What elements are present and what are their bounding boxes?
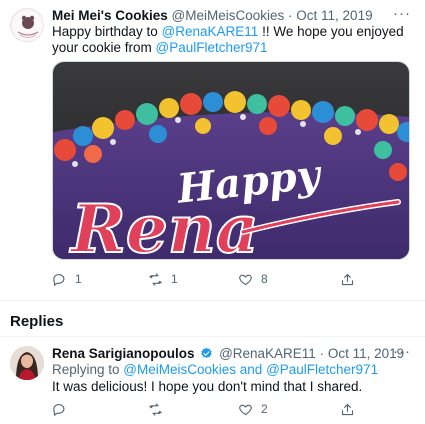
avatar[interactable] (10, 346, 44, 380)
display-name[interactable]: Rena Sarigianopoulos (52, 346, 195, 361)
like-button[interactable]: 2 (238, 400, 268, 418)
avatar[interactable] (10, 8, 44, 42)
retweet-icon (149, 402, 162, 416)
more-options-icon[interactable]: ··· (393, 343, 411, 360)
user-handle[interactable]: @RenaKARE11 (219, 346, 316, 361)
tweet-date[interactable]: Oct 11, 2019 (296, 8, 372, 23)
reply-button[interactable]: 1 (52, 270, 82, 288)
verified-badge-icon (201, 347, 212, 359)
retweet-button[interactable] (148, 400, 163, 418)
replies-heading: Replies (10, 313, 64, 330)
more-options-icon[interactable]: ··· (393, 5, 411, 22)
heart-icon (239, 404, 252, 415)
tweet-text-segment: Happy birthday to (52, 24, 162, 39)
divider (0, 300, 425, 301)
cake-photo-icon: Happy Rena (53, 62, 409, 260)
tweet-text: It was delicious! I hope you don't mind … (52, 379, 363, 394)
reply-count: 1 (75, 272, 82, 286)
separator-dot: · (288, 8, 293, 23)
cake-writing-name: Rena (69, 190, 259, 260)
like-count: 2 (261, 402, 268, 416)
retweet-count: 1 (171, 272, 178, 286)
share-icon (341, 403, 354, 415)
tweet-media-photo[interactable]: Happy Rena (52, 61, 410, 260)
separator-dot: · (319, 346, 325, 361)
share-icon (341, 273, 354, 285)
tweet-actions: 2 (52, 400, 372, 418)
user-handle[interactable]: @MeiMeisCookies (172, 8, 285, 23)
reply-button[interactable] (52, 400, 67, 418)
mei-meis-cookies-logo-icon (12, 10, 43, 41)
tweet-actions: 1 1 8 (52, 270, 372, 288)
reply-icon (53, 403, 65, 416)
profile-photo-icon (10, 346, 44, 380)
retweet-icon (149, 272, 162, 286)
heart-icon (239, 274, 252, 285)
divider (0, 336, 425, 337)
display-name[interactable]: Mei Mei's Cookies (52, 8, 168, 23)
tweet-header: Rena Sarigianopoulos @RenaKARE11 · Oct 1… (52, 346, 404, 361)
replying-to-and[interactable]: and (236, 362, 266, 377)
like-count: 8 (261, 272, 268, 286)
main-tweet[interactable]: Mei Mei's Cookies @MeiMeisCookies · Oct … (0, 0, 425, 300)
retweet-button[interactable]: 1 (148, 270, 178, 288)
tweet-header: Mei Mei's Cookies @MeiMeisCookies · Oct … (52, 8, 373, 23)
tweet-text: Happy birthday to @RenaKARE11 !! We hope… (52, 24, 412, 56)
like-button[interactable]: 8 (238, 270, 268, 288)
mention-link[interactable]: @RenaKARE11 (162, 24, 259, 39)
replying-to-prefix: Replying to (52, 362, 124, 377)
mention-link[interactable]: @MeiMeisCookies (123, 362, 236, 377)
mention-link[interactable]: @PaulFletcher971 (266, 362, 378, 377)
mention-link[interactable]: @PaulFletcher971 (156, 40, 268, 55)
replying-to: Replying to @MeiMeisCookies and @PaulFle… (52, 362, 378, 377)
share-button[interactable] (340, 400, 355, 418)
reply-icon (53, 273, 65, 286)
share-button[interactable] (340, 270, 355, 288)
